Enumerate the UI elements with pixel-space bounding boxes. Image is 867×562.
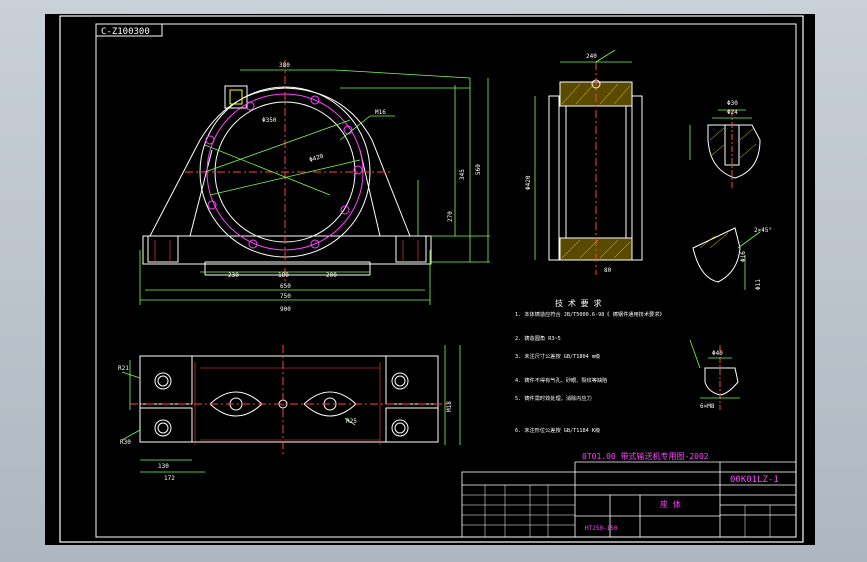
- dim-phi40: Φ40: [712, 350, 723, 357]
- dim-phi24: Φ24: [727, 109, 738, 116]
- dim-240: 240: [586, 53, 597, 60]
- drawing-canvas: C-Z100300 380 560 345 270 230 180 200 65…: [45, 14, 815, 545]
- note-2: 2. 铸造圆角 R3~5: [515, 334, 561, 342]
- note-1: 1. 本体铸造应符合 JB/T5000.6-98《 铸钢件通用技术要求》: [515, 310, 665, 318]
- note-5: 5. 铸件需时效处理，消除内应力: [515, 394, 592, 402]
- dim-r21: R21: [118, 365, 129, 372]
- dim-6xm8: 6×M8: [700, 403, 715, 410]
- dim-172: 172: [164, 475, 175, 482]
- dim-r30: R30: [120, 439, 131, 446]
- dim-2x45: 2×45°: [754, 227, 772, 234]
- dim-345: 345: [459, 169, 466, 180]
- note-6: 6. 未注形位公差按 GB/T1184 K级: [515, 426, 600, 434]
- dim-750: 750: [280, 293, 291, 300]
- dim-200: 200: [326, 272, 337, 279]
- dim-phi11: Φ11: [755, 279, 762, 290]
- dim-380: 380: [279, 62, 290, 69]
- project-title: 0T01.00 带式输送机专用图-2002: [582, 451, 709, 461]
- dim-section-phi420: Φ420: [525, 175, 532, 190]
- dim-phi16: Φ16: [740, 251, 747, 262]
- notes-heading: 技 术 要 求: [555, 298, 601, 308]
- note-4: 4. 铸件不得有气孔、砂眼、裂纹等缺陷: [515, 376, 607, 384]
- dim-m16: M16: [375, 109, 386, 116]
- dim-650: 650: [280, 283, 291, 290]
- drawing-number: 00K01LZ-1: [730, 475, 779, 485]
- dim-900: 900: [280, 306, 291, 313]
- note-3: 3. 未注尺寸公差按 GB/T1804 m级: [515, 352, 600, 360]
- dim-m18: M18: [446, 401, 453, 412]
- dim-80: 80: [604, 267, 612, 274]
- part-name: 座 体: [660, 499, 681, 509]
- dim-230: 230: [228, 272, 239, 279]
- dim-130: 130: [158, 463, 169, 470]
- dim-r25: R25: [346, 418, 357, 425]
- material-spec: HT250-150: [585, 525, 618, 532]
- dim-270: 270: [447, 211, 454, 222]
- dim-560: 560: [475, 164, 482, 175]
- drawing-code: C-Z100300: [101, 27, 150, 37]
- dim-phi30: Φ30: [727, 100, 738, 107]
- dim-phi350: Φ350: [262, 117, 277, 124]
- dim-180: 180: [278, 272, 289, 279]
- cad-viewport[interactable]: C-Z100300 380 560 345 270 230 180 200 65…: [0, 0, 867, 562]
